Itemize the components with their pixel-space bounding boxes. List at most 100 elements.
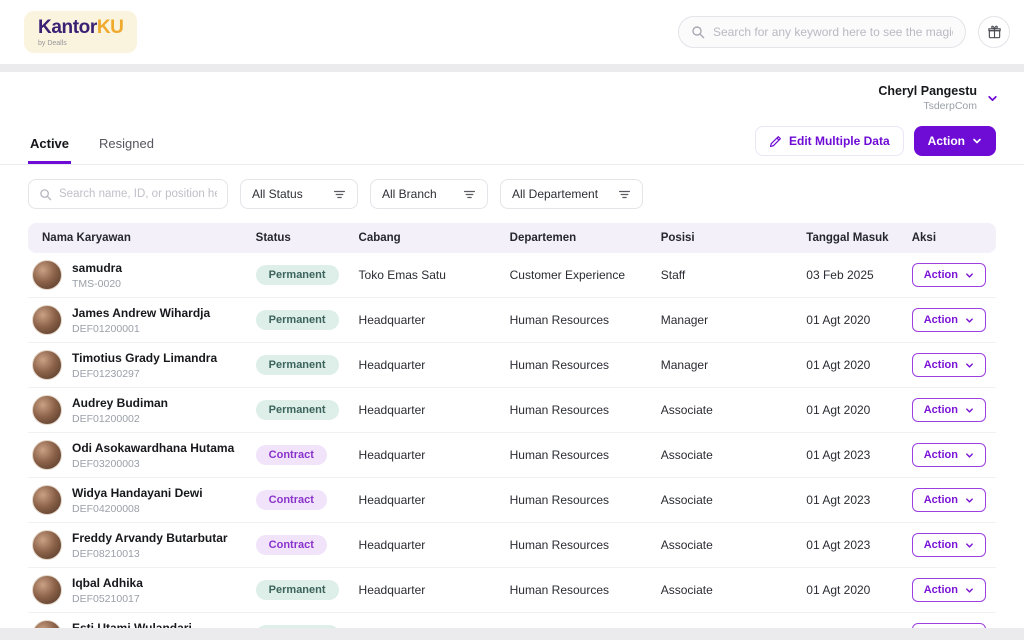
app-logo: KantorKU by Dealls [24,11,137,53]
row-action-label: Action [924,404,958,416]
position-cell: Associate [651,478,797,523]
department-filter-dropdown[interactable]: All Departement [500,179,643,209]
global-search-bar[interactable] [678,16,966,48]
table-row: James Andrew Wihardja DEF01200001 Perman… [28,298,996,343]
tab-active[interactable]: Active [28,128,71,164]
edit-multiple-data-button[interactable]: Edit Multiple Data [755,126,904,156]
position-cell: Manager [651,298,797,343]
position-cell: Manager [651,343,797,388]
avatar [32,395,62,425]
global-search-input[interactable] [713,25,953,39]
user-name: Cheryl Pangestu [878,84,977,98]
row-action-button[interactable]: Action [912,488,986,512]
branch-cell: Headquarter [349,298,500,343]
department-cell: Human Resources [500,568,651,613]
employee-id: DEF05210017 [72,593,143,605]
status-badge: Permanent [256,580,339,600]
employee-name: samudra [72,261,122,276]
join-date-cell: 01 Agt 2023 [796,433,901,478]
department-cell: Human Resources [500,343,651,388]
avatar [32,350,62,380]
tab-resigned[interactable]: Resigned [97,128,156,164]
position-cell: Associate [651,568,797,613]
table-row: Esti Utami Wulandari DEF10210031 Permane… [28,613,996,628]
employee-name: Widya Handayani Dewi [72,486,203,501]
employee-name: Freddy Arvandy Butarbutar [72,531,228,546]
status-filter-dropdown[interactable]: All Status [240,179,358,209]
profile-menu-toggle[interactable] [987,93,998,104]
row-action-button[interactable]: Action [912,263,986,287]
column-header: Cabang [349,223,500,253]
table-row: samudra TMS-0020 Permanent Toko Emas Sat… [28,253,996,298]
table-row: Iqbal Adhika DEF05210017 Permanent Headq… [28,568,996,613]
table-row: Odi Asokawardhana Hutama DEF03200003 Con… [28,433,996,478]
row-action-label: Action [924,584,958,596]
table-row: Freddy Arvandy Butarbutar DEF08210013 Co… [28,523,996,568]
chevron-down-icon [965,271,974,280]
employee-name: Odi Asokawardhana Hutama [72,441,234,456]
avatar [32,260,62,290]
department-cell: Human Resources [500,433,651,478]
department-cell: Human Resources [500,478,651,523]
profile-bar: Cheryl Pangestu TsderpCom [0,72,1024,122]
edit-icon [769,135,782,148]
employee-id: DEF01200001 [72,323,210,335]
row-action-button[interactable]: Action [912,533,986,557]
row-action-button[interactable]: Action [912,398,986,422]
table-body: samudra TMS-0020 Permanent Toko Emas Sat… [28,253,996,628]
status-badge: Contract [256,535,327,555]
status-badge: Permanent [256,265,339,285]
department-cell: Customer Experience [500,253,651,298]
filter-lines-icon [463,188,476,201]
table-search-input[interactable] [59,188,217,200]
avatar [32,440,62,470]
table-header-row: Nama KaryawanStatusCabangDepartemenPosis… [28,223,996,253]
join-date-cell: 01 Agt 2020 [796,298,901,343]
join-date-cell: 01 Agt 2023 [796,523,901,568]
filters-row: All Status All Branch All Departement [0,165,1024,219]
join-date-cell: 01 Agt 2023 [796,478,901,523]
position-cell: Staff [651,253,797,298]
status-badge: Permanent [256,625,339,628]
join-date-cell: 03 Feb 2025 [796,253,901,298]
employee-id: DEF01200002 [72,413,168,425]
branch-cell: Headquarter [349,388,500,433]
employee-id: TMS-0020 [72,278,122,290]
employee-table: Nama KaryawanStatusCabangDepartemenPosis… [28,223,996,628]
filter-lines-icon [333,188,346,201]
branch-cell: Headquarter [349,343,500,388]
row-action-label: Action [924,494,958,506]
chevron-down-icon [965,361,974,370]
column-header: Status [246,223,349,253]
position-cell: Associate [651,433,797,478]
chevron-down-icon [965,406,974,415]
employee-id: DEF03200003 [72,458,234,470]
row-action-button[interactable]: Action [912,443,986,467]
employee-name: Iqbal Adhika [72,576,143,591]
branch-cell: Headquarter [349,433,500,478]
bulk-action-button[interactable]: Action [914,126,996,156]
search-icon [691,25,705,39]
branch-cell: Headquarter [349,613,500,628]
chevron-down-icon [972,136,982,146]
employee-name: Audrey Budiman [72,396,168,411]
join-date-cell: 01 Agt 2020 [796,343,901,388]
filter-lines-icon [618,188,631,201]
branch-filter-label: All Branch [382,187,437,201]
column-header: Departemen [500,223,651,253]
employee-name: Esti Utami Wulandari [72,621,192,629]
row-action-button[interactable]: Action [912,308,986,332]
gift-button[interactable] [978,16,1010,48]
branch-cell: Toko Emas Satu [349,253,500,298]
column-header: Nama Karyawan [28,223,246,253]
row-action-button[interactable]: Action [912,578,986,602]
branch-filter-dropdown[interactable]: All Branch [370,179,488,209]
row-action-button[interactable]: Action [912,353,986,377]
user-company: TsderpCom [878,100,977,112]
status-badge: Permanent [256,400,339,420]
chevron-down-icon [965,586,974,595]
chevron-down-icon [965,451,974,460]
table-search-bar[interactable] [28,179,228,209]
department-cell: Human Resources [500,523,651,568]
row-action-button[interactable]: Action [912,623,986,628]
